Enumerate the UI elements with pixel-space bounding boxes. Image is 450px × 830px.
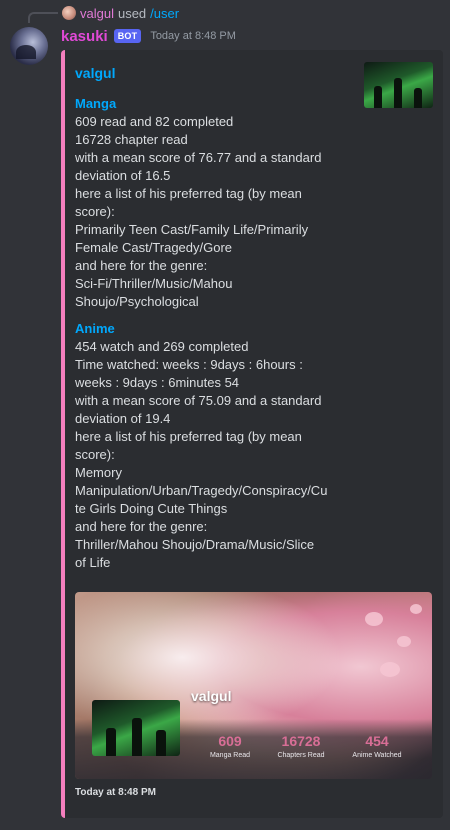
detail-line: Female Cast/Tragedy/Gore <box>75 240 233 255</box>
message-timestamp[interactable]: Today at 8:48 PM <box>150 30 236 42</box>
reply-connector-line <box>28 12 58 23</box>
detail-line: deviation of 19.4 <box>75 411 171 426</box>
detail-line: 16728 chapter read <box>75 132 188 147</box>
message-header: kasuki BOT Today at 8:48 PM <box>61 26 236 46</box>
stat-value: 454 <box>365 733 389 749</box>
detail-line: Manipulation/Urban/Tragedy/Conspiracy/Cu <box>75 483 328 498</box>
detail-line: and here for the genre: <box>75 258 208 273</box>
stat-manga-read: 609 Manga Read <box>190 733 270 759</box>
detail-line: and here for the genre: <box>75 519 208 534</box>
thumbnail-figure <box>394 78 402 108</box>
detail-line: of Life <box>75 555 111 570</box>
stat-chapters-read: 16728 Chapters Read <box>261 733 341 759</box>
banner-username: valgul <box>191 688 232 704</box>
embed-footer-timestamp: Today at 8:48 PM <box>75 787 156 798</box>
banner-petal <box>397 636 411 647</box>
banner-petal <box>365 612 383 626</box>
embed-thumbnail[interactable] <box>364 62 433 108</box>
detail-line: score): <box>75 204 115 219</box>
reply-command[interactable]: /user <box>150 6 179 21</box>
embed-title[interactable]: valgul <box>75 65 115 81</box>
detail-line: weeks : 9days : 6minutes 54 <box>75 375 240 390</box>
detail-line: Memory <box>75 465 122 480</box>
detail-line: Thriller/Mahou Shoujo/Drama/Music/Slice <box>75 537 315 552</box>
author-name[interactable]: kasuki <box>61 28 108 45</box>
reply-used-text: used <box>117 5 147 21</box>
stat-label: Manga Read <box>209 752 251 759</box>
banner-picture-figure <box>156 730 166 756</box>
stat-label: Anime Watched <box>352 752 402 759</box>
banner-profile-picture <box>92 700 180 756</box>
banner-picture-figure <box>132 718 142 756</box>
detail-line: with a mean score of 75.09 and a standar… <box>75 393 322 408</box>
detail-line: here a list of his preferred tag (by mea… <box>75 186 302 201</box>
stat-value: 16728 <box>281 733 321 749</box>
bot-avatar[interactable] <box>10 27 48 65</box>
detail-line: te Girls Doing Cute Things <box>75 501 228 516</box>
user-embed: valgul Manga 609 read and 82 completed 16… <box>61 50 443 818</box>
manga-details: 609 read and 82 completed 16728 chapter r… <box>75 113 345 311</box>
detail-line: 454 watch and 269 completed <box>75 339 249 354</box>
stat-anime-watched: 454 Anime Watched <box>337 733 417 759</box>
reply-user-avatar[interactable] <box>62 6 76 20</box>
embed-description: Manga 609 read and 82 completed 16728 cha… <box>75 95 345 572</box>
detail-line: here a list of his preferred tag (by mea… <box>75 429 302 444</box>
thumbnail-figure <box>374 86 382 108</box>
detail-line: Primarily Teen Cast/Family Life/Primaril… <box>75 222 309 237</box>
thumbnail-figure <box>414 88 422 108</box>
banner-picture-figure <box>106 728 116 756</box>
manga-heading: Manga <box>75 96 117 111</box>
reply-username[interactable]: valgul <box>80 6 114 21</box>
detail-line: with a mean score of 76.77 and a standar… <box>75 150 322 165</box>
banner-petal <box>410 604 422 614</box>
detail-line: 609 read and 82 completed <box>75 114 234 129</box>
reply-context[interactable]: valgul used /user <box>62 5 179 21</box>
stat-label: Chapters Read <box>277 752 325 759</box>
detail-line: score): <box>75 447 115 462</box>
detail-line: Time watched: weeks : 9days : 6hours : <box>75 357 303 372</box>
stat-value: 609 <box>218 733 242 749</box>
profile-banner-image[interactable]: valgul 609 Manga Read 16728 Chapters Rea… <box>75 592 432 779</box>
detail-line: Shoujo/Psychological <box>75 294 199 309</box>
banner-petal <box>380 662 400 677</box>
detail-line: Sci-Fi/Thriller/Music/Mahou <box>75 276 233 291</box>
anime-heading: Anime <box>75 321 115 336</box>
anime-details: 454 watch and 269 completed Time watched:… <box>75 338 345 572</box>
bot-badge: BOT <box>113 29 142 43</box>
detail-line: deviation of 16.5 <box>75 168 171 183</box>
